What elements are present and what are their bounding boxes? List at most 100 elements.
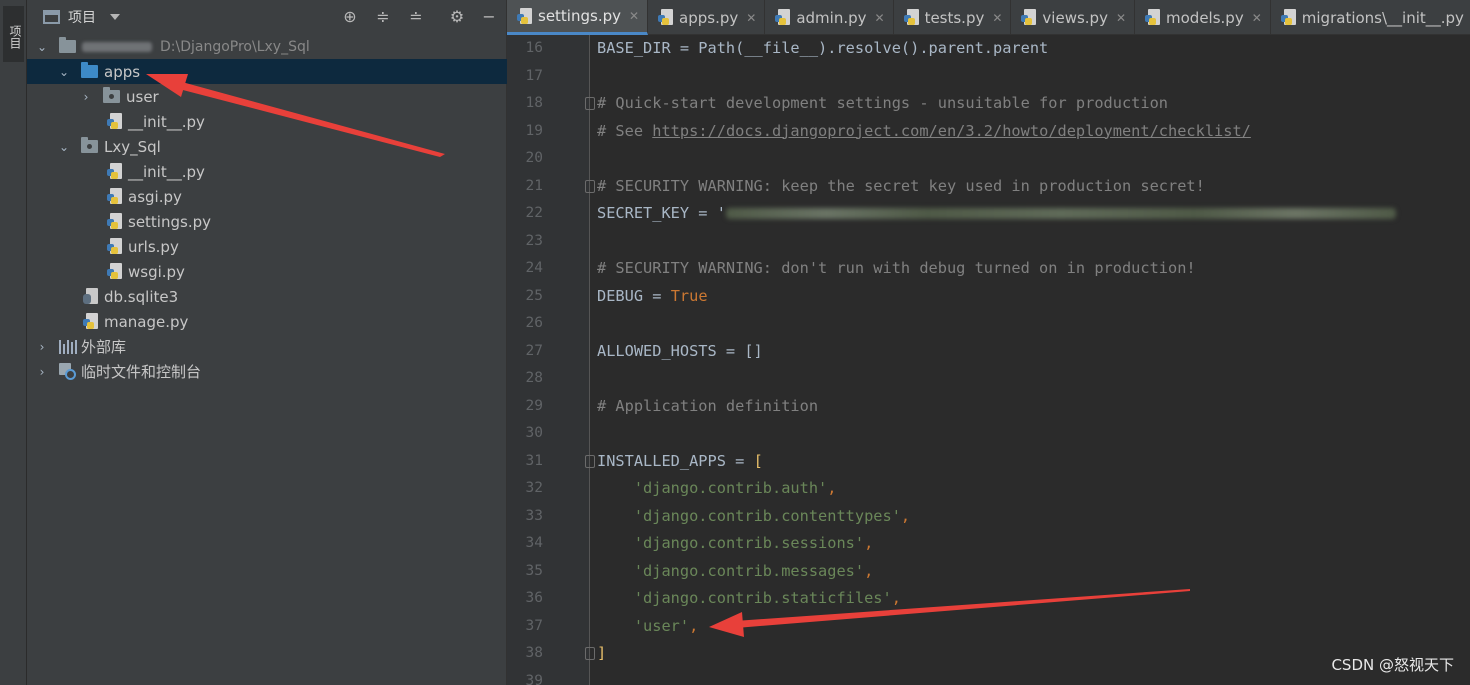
python-file-icon: [775, 9, 792, 26]
line-number-gutter: 16 17 18 19 20 21 22 23 24 25 26 27 28 29 30 31 32 33 34 35…: [507, 35, 590, 685]
chevron-right-icon[interactable]: ›: [35, 365, 49, 379]
close-icon[interactable]: ✕: [875, 11, 885, 25]
tree-item-apps-init[interactable]: __init__.py: [27, 109, 507, 134]
python-file-icon: [1021, 9, 1038, 26]
chevron-down-icon[interactable]: ⌄: [35, 40, 49, 54]
line-number: 17: [525, 67, 543, 84]
locate-icon[interactable]: ⊕: [341, 8, 359, 26]
tab-label: models.py: [1166, 8, 1244, 27]
line-number: 34: [525, 535, 543, 551]
fold-marker-icon[interactable]: [585, 454, 595, 468]
code-line: ]: [597, 644, 606, 662]
bracket: ]: [597, 644, 607, 662]
close-icon[interactable]: ✕: [1116, 11, 1126, 25]
python-file-icon: [107, 113, 124, 130]
tree-item-label: __init__.py: [128, 162, 205, 181]
project-view-selector[interactable]: 项目: [68, 7, 96, 27]
project-tool-tab[interactable]: 项目: [3, 6, 24, 62]
close-icon[interactable]: ✕: [1252, 11, 1262, 25]
watermark: CSDN @怒视天下: [1331, 656, 1454, 674]
tab-views-py[interactable]: views.py ✕: [1011, 0, 1136, 35]
tool-strip: 项目: [0, 0, 27, 685]
tree-item-lxy-sql[interactable]: ⌄ Lxy_Sql: [27, 134, 507, 159]
code-editor[interactable]: 16 17 18 19 20 21 22 23 24 25 26 27 28 29 30 31 32 33 34 35…: [507, 35, 1470, 685]
chevron-down-icon[interactable]: ⌄: [57, 65, 71, 79]
tree-item-label: 外部库: [81, 338, 127, 356]
collapse-all-icon[interactable]: ≐: [407, 8, 425, 26]
punctuation: ,: [827, 479, 837, 497]
line-number: 20: [525, 150, 543, 166]
tree-item-label: urls.py: [128, 237, 179, 256]
punctuation: ,: [891, 589, 901, 607]
code-line: # SECURITY WARNING: don't run with debug…: [597, 259, 1196, 277]
python-file-icon: [107, 238, 124, 255]
tab-label: apps.py: [679, 8, 739, 27]
python-file-icon: [1280, 9, 1298, 26]
line-number: 33: [525, 507, 543, 524]
tree-item-label: wsgi.py: [128, 262, 185, 281]
code-line: SECRET_KEY = ': [597, 204, 1396, 222]
library-icon: [59, 339, 77, 354]
tab-tests-py[interactable]: tests.py ✕: [894, 0, 1012, 35]
folder-icon: [81, 62, 98, 78]
close-icon[interactable]: ✕: [629, 9, 639, 23]
secret-key-redacted: [725, 208, 1396, 219]
tree-item-user[interactable]: › user: [27, 84, 507, 109]
tree-item-label: db.sqlite3: [104, 287, 179, 306]
tab-admin-py[interactable]: admin.py ✕: [765, 0, 894, 35]
tree-item-external-libraries[interactable]: › 外部库: [27, 334, 507, 359]
line-number: 24: [525, 260, 543, 276]
fold-marker-icon[interactable]: [585, 647, 595, 660]
python-file-icon: [107, 213, 124, 230]
chevron-right-icon[interactable]: ›: [79, 90, 93, 104]
string-literal: 'user': [633, 616, 690, 635]
fold-marker-icon[interactable]: [585, 97, 595, 110]
tree-item-label: asgi.py: [128, 187, 182, 206]
tree-item-settings[interactable]: settings.py: [27, 209, 507, 234]
code-line: INSTALLED_APPS = [: [597, 451, 763, 470]
package-folder-icon: [81, 137, 98, 153]
chevron-right-icon[interactable]: ›: [35, 340, 49, 354]
tree-item-urls[interactable]: urls.py: [27, 234, 507, 259]
line-number: 39: [525, 672, 543, 685]
folder-icon: [59, 37, 76, 53]
docs-link[interactable]: https://docs.djangoproject.com/en/3.2/ho…: [652, 122, 1251, 140]
code-line: 'user',: [597, 617, 698, 635]
tree-item-db-sqlite3[interactable]: db.sqlite3: [27, 284, 507, 309]
line-number: 25: [525, 287, 543, 304]
tab-apps-py[interactable]: apps.py ✕: [648, 0, 766, 35]
line-number: 22: [525, 205, 543, 221]
code-line: ALLOWED_HOSTS = []: [597, 341, 763, 360]
tree-item-label: 临时文件和控制台: [81, 363, 202, 381]
close-icon[interactable]: ✕: [992, 11, 1002, 25]
tab-settings-py[interactable]: settings.py ✕: [507, 0, 649, 35]
tree-item-label: Lxy_Sql: [104, 137, 161, 156]
line-number: 28: [525, 370, 543, 386]
project-panel-header: 项目 ⊕ ≑ ≐ ⚙ −: [27, 0, 506, 34]
tab-migrations-init-py[interactable]: migrations\__init__.py: [1271, 0, 1470, 35]
tree-item-scratches[interactable]: › 临时文件和控制台: [27, 359, 507, 384]
python-file-icon: [1145, 9, 1162, 26]
expand-all-icon[interactable]: ≑: [374, 8, 392, 26]
fold-marker-icon[interactable]: [585, 179, 595, 193]
close-icon[interactable]: ✕: [746, 11, 756, 25]
string-literal: 'django.contrib.sessions': [633, 534, 865, 552]
tab-models-py[interactable]: models.py ✕: [1135, 0, 1271, 35]
tree-item-init[interactable]: __init__.py: [27, 159, 507, 184]
tree-item-wsgi[interactable]: wsgi.py: [27, 259, 507, 284]
tree-item-manage[interactable]: manage.py: [27, 309, 507, 334]
code-line: 'django.contrib.staticfiles',: [597, 589, 901, 607]
tree-item-apps[interactable]: ⌄ apps: [27, 59, 507, 84]
scratches-icon: [59, 362, 77, 381]
minimize-icon[interactable]: −: [480, 8, 498, 26]
gear-icon[interactable]: ⚙: [448, 8, 466, 26]
line-number: 30: [525, 425, 543, 441]
chevron-down-icon[interactable]: [110, 14, 120, 20]
tree-item-asgi[interactable]: asgi.py: [27, 184, 507, 209]
code-line: # Application definition: [597, 397, 818, 415]
line-number: 32: [525, 480, 543, 496]
chevron-down-icon[interactable]: ⌄: [57, 140, 71, 154]
tree-item-project-root[interactable]: ⌄ D:\DjangoPro\Lxy_Sql: [27, 34, 507, 59]
punctuation: ,: [689, 616, 699, 635]
code-line: 'django.contrib.sessions',: [597, 534, 873, 552]
